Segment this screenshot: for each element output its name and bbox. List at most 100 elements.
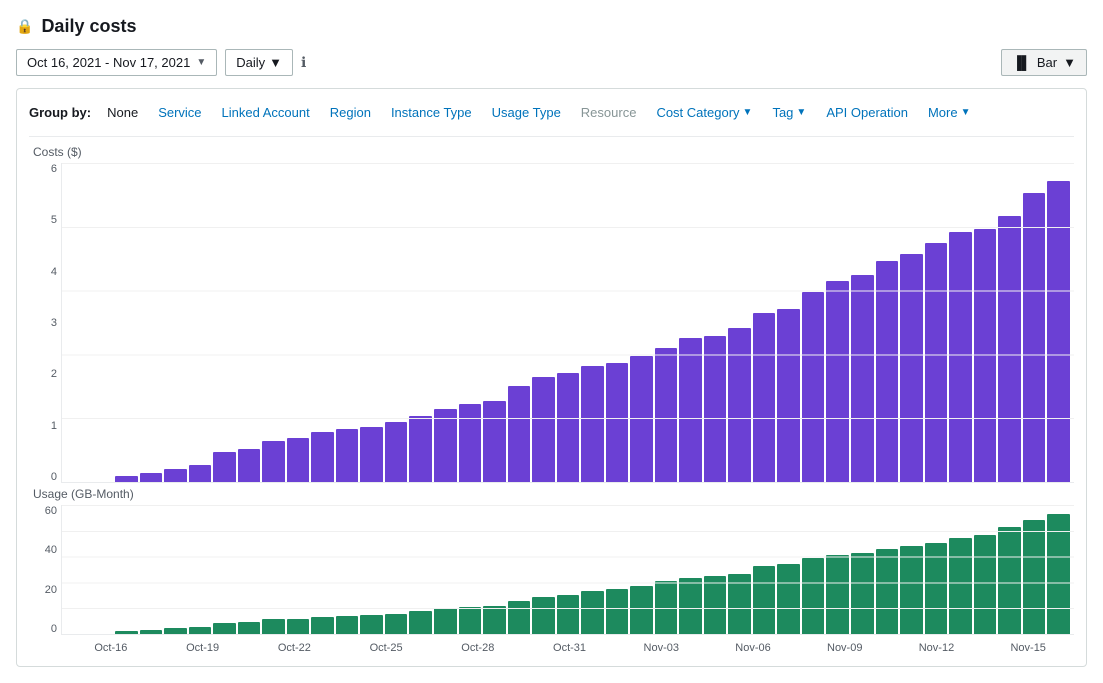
cost-bar-fill-29[interactable] bbox=[777, 309, 800, 482]
cost-bar-fill-8[interactable] bbox=[262, 441, 285, 482]
group-by-usage-type[interactable]: Usage Type bbox=[484, 101, 569, 124]
cost-bar-fill-37[interactable] bbox=[974, 229, 997, 482]
cost-bar-fill-10[interactable] bbox=[311, 432, 334, 482]
cost-bar-fill-35[interactable] bbox=[925, 243, 948, 482]
cost-bar-fill-4[interactable] bbox=[164, 469, 187, 482]
usage-bar-fill-16[interactable] bbox=[459, 607, 482, 634]
group-by-region[interactable]: Region bbox=[322, 101, 379, 124]
usage-bar-fill-34[interactable] bbox=[900, 546, 923, 634]
cost-bar-fill-24[interactable] bbox=[655, 348, 678, 482]
usage-bar-fill-36[interactable] bbox=[949, 538, 972, 634]
group-by-instance-type[interactable]: Instance Type bbox=[383, 101, 480, 124]
usage-bar-fill-38[interactable] bbox=[998, 527, 1021, 634]
group-by-none[interactable]: None bbox=[99, 101, 146, 124]
usage-bar-fill-27[interactable] bbox=[728, 574, 751, 634]
usage-bar-fill-30[interactable] bbox=[802, 558, 825, 634]
cost-bar-fill-17[interactable] bbox=[483, 401, 506, 482]
cost-bar-fill-28[interactable] bbox=[753, 313, 776, 482]
usage-bar-fill-18[interactable] bbox=[508, 601, 531, 634]
cost-bar-fill-5[interactable] bbox=[189, 465, 212, 482]
info-icon[interactable]: ℹ bbox=[301, 54, 306, 71]
usage-bar-fill-5[interactable] bbox=[189, 627, 212, 634]
cost-bar-fill-3[interactable] bbox=[140, 473, 163, 482]
cost-bar-fill-12[interactable] bbox=[360, 427, 383, 482]
date-range-picker[interactable]: Oct 16, 2021 - Nov 17, 2021 ▼ bbox=[16, 49, 217, 76]
usage-bar-fill-13[interactable] bbox=[385, 614, 408, 634]
cost-bar-fill-27[interactable] bbox=[728, 328, 751, 482]
usage-bar-fill-21[interactable] bbox=[581, 591, 604, 634]
usage-bar-fill-37[interactable] bbox=[974, 535, 997, 634]
usage-bar-fill-4[interactable] bbox=[164, 628, 187, 634]
usage-bar-fill-23[interactable] bbox=[630, 586, 653, 634]
cost-bar-fill-32[interactable] bbox=[851, 275, 874, 482]
usage-bar-fill-25[interactable] bbox=[679, 578, 702, 634]
group-by-more[interactable]: More ▼ bbox=[920, 101, 979, 124]
chart-type-button[interactable]: ▐▌ Bar ▼ bbox=[1001, 49, 1087, 76]
usage-bar-fill-26[interactable] bbox=[704, 576, 727, 634]
cost-bar-fill-22[interactable] bbox=[606, 363, 629, 482]
cost-y-tick: 3 bbox=[29, 317, 57, 329]
group-by-api-operation[interactable]: API Operation bbox=[818, 101, 916, 124]
cost-bar-fill-36[interactable] bbox=[949, 232, 972, 482]
granularity-label: Daily bbox=[236, 55, 265, 70]
usage-bar-fill-19[interactable] bbox=[532, 597, 555, 634]
cost-bar-fill-20[interactable] bbox=[557, 373, 580, 482]
usage-bar-8 bbox=[262, 619, 285, 634]
cost-bar-fill-31[interactable] bbox=[826, 281, 849, 482]
cost-bar-fill-11[interactable] bbox=[336, 429, 359, 482]
usage-bar-fill-3[interactable] bbox=[140, 630, 163, 634]
group-by-service[interactable]: Service bbox=[150, 101, 209, 124]
usage-bar-fill-8[interactable] bbox=[262, 619, 285, 634]
cost-bar-fill-21[interactable] bbox=[581, 366, 604, 482]
usage-bar-fill-9[interactable] bbox=[287, 619, 310, 635]
group-by-cost-category[interactable]: Cost Category ▼ bbox=[648, 101, 760, 124]
cost-bar-fill-39[interactable] bbox=[1023, 193, 1046, 482]
usage-bar-fill-12[interactable] bbox=[360, 615, 383, 634]
cost-bar-fill-25[interactable] bbox=[679, 338, 702, 482]
date-range-label: Oct 16, 2021 - Nov 17, 2021 bbox=[27, 55, 190, 70]
usage-bar-fill-35[interactable] bbox=[925, 543, 948, 634]
usage-bar-19 bbox=[532, 597, 555, 634]
cost-bar-fill-14[interactable] bbox=[409, 416, 432, 482]
usage-bar-fill-7[interactable] bbox=[238, 622, 261, 634]
usage-bar-fill-2[interactable] bbox=[115, 631, 138, 634]
group-by-linked-account[interactable]: Linked Account bbox=[214, 101, 318, 124]
cost-bar-fill-6[interactable] bbox=[213, 452, 236, 482]
cost-bar-fill-19[interactable] bbox=[532, 377, 555, 482]
granularity-selector[interactable]: Daily ▼ bbox=[225, 49, 293, 76]
cost-bar-fill-30[interactable] bbox=[802, 292, 825, 482]
usage-bar-fill-11[interactable] bbox=[336, 616, 359, 634]
cost-bar-fill-34[interactable] bbox=[900, 254, 923, 482]
date-chevron-icon: ▼ bbox=[196, 57, 206, 68]
usage-bar-fill-6[interactable] bbox=[213, 623, 236, 634]
usage-bar-fill-29[interactable] bbox=[777, 564, 800, 634]
group-by-tag[interactable]: Tag ▼ bbox=[764, 101, 814, 124]
usage-bar-fill-15[interactable] bbox=[434, 608, 457, 634]
cost-bar-fill-7[interactable] bbox=[238, 449, 261, 482]
usage-bar-fill-31[interactable] bbox=[826, 555, 849, 634]
cost-bar-fill-38[interactable] bbox=[998, 216, 1021, 482]
cost-bar-fill-15[interactable] bbox=[434, 409, 457, 482]
usage-bar-fill-39[interactable] bbox=[1023, 520, 1046, 634]
usage-bar-fill-20[interactable] bbox=[557, 595, 580, 634]
usage-bar-fill-22[interactable] bbox=[606, 589, 629, 634]
cost-bar-25 bbox=[679, 338, 702, 482]
usage-bar-fill-32[interactable] bbox=[851, 553, 874, 634]
usage-bar-fill-14[interactable] bbox=[409, 611, 432, 634]
cost-bar-fill-18[interactable] bbox=[508, 386, 531, 482]
cost-bar-fill-26[interactable] bbox=[704, 336, 727, 482]
usage-bar-fill-17[interactable] bbox=[483, 606, 506, 634]
usage-bar-fill-10[interactable] bbox=[311, 617, 334, 634]
cost-bar-fill-40[interactable] bbox=[1047, 181, 1070, 482]
usage-bar-fill-28[interactable] bbox=[753, 566, 776, 634]
cost-bar-fill-16[interactable] bbox=[459, 404, 482, 482]
usage-bar-fill-33[interactable] bbox=[876, 549, 899, 634]
usage-bar-fill-24[interactable] bbox=[655, 581, 678, 634]
cost-bar-fill-23[interactable] bbox=[630, 356, 653, 482]
cost-bar-fill-9[interactable] bbox=[287, 438, 310, 482]
usage-bar-25 bbox=[679, 578, 702, 634]
usage-bar-fill-40[interactable] bbox=[1047, 514, 1070, 634]
cost-bar-fill-13[interactable] bbox=[385, 422, 408, 482]
cost-bar-fill-33[interactable] bbox=[876, 261, 899, 482]
cost-bar-fill-2[interactable] bbox=[115, 476, 138, 482]
